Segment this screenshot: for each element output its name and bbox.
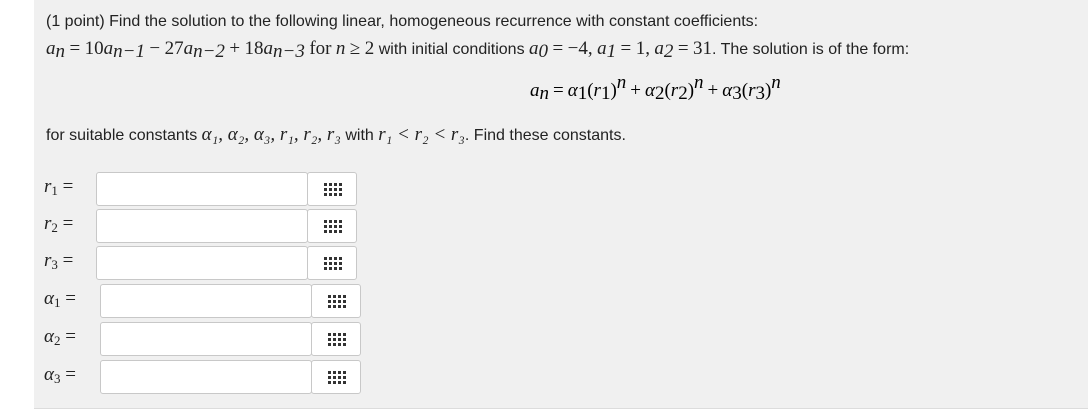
answer-label-alpha1: α1 = — [44, 288, 76, 310]
a0-sub: 0 — [538, 41, 549, 62]
suitable-prefix: for suitable constants — [46, 127, 198, 144]
grid-icon — [324, 183, 342, 196]
r3-equation-editor-button[interactable] — [307, 246, 357, 280]
sol-alpha3: α — [722, 80, 733, 101]
recurrence-for: for — [309, 38, 332, 59]
sol-lhs: a — [530, 80, 540, 101]
answer-label-r3: r3 = — [44, 250, 74, 272]
grid-icon — [324, 220, 342, 233]
recurrence-lhs: a — [46, 38, 56, 59]
recurrence-op2: + — [229, 38, 241, 59]
sol-plus2: + — [707, 80, 719, 101]
grid-icon — [328, 295, 346, 308]
a0-eq: = — [552, 38, 564, 59]
recurrence-op1: − — [149, 38, 161, 59]
answer-label-alpha3: α3 = — [44, 364, 76, 386]
recurrence-eq: = — [69, 38, 81, 59]
recurrence-coef1: 10 — [84, 38, 104, 59]
a2-eq: = — [677, 38, 689, 59]
sol-alpha2: α — [644, 80, 655, 101]
sol-plus1: + — [630, 80, 641, 101]
alpha2-equation-editor-button[interactable] — [311, 322, 361, 356]
recurrence-line: an = 10an−1 − 27an−2 + 18an−3 for n ≥ 2 … — [46, 38, 910, 62]
sol-exp2: n — [694, 72, 704, 93]
recurrence-term3-sub: n−3 — [273, 41, 305, 62]
find-text: . Find these constants. — [464, 127, 626, 144]
recurrence-term3: a — [263, 38, 274, 59]
r3-input[interactable] — [96, 246, 308, 280]
sol-exp1: n — [616, 72, 627, 93]
alpha3-input[interactable] — [100, 360, 312, 394]
r2-equation-editor-button[interactable] — [307, 209, 357, 243]
recurrence-term2-sub: n−2 — [193, 41, 225, 62]
a1-value: 1, — [635, 38, 650, 59]
sol-eq: = — [553, 80, 564, 101]
sol-r2-sub: 2 — [678, 83, 688, 104]
recurrence-coef3: 18 — [244, 38, 264, 59]
recurrence-geq: ≥ — [349, 38, 361, 59]
r1-input[interactable] — [96, 172, 308, 206]
sol-alpha1: α — [567, 80, 578, 101]
a2-sub: 2 — [663, 41, 674, 62]
sol-alpha1-sub: 1 — [577, 83, 588, 104]
a1-eq: = — [620, 38, 632, 59]
recurrence-n-start: 2 — [364, 38, 375, 59]
sol-exp3: n — [771, 72, 781, 93]
recurrence-term1-sub: n−1 — [113, 41, 145, 62]
ordering-condition: r₁ < r₂ < r₃ — [378, 124, 465, 145]
a0-value: −4, — [567, 38, 593, 59]
sol-r3-sub: 3 — [755, 83, 765, 104]
suitable-constants-line: for suitable constants α₁, α₂, α₃, r₁, r… — [46, 124, 626, 146]
alpha1-equation-editor-button[interactable] — [311, 284, 361, 318]
a1-sub: 1 — [606, 41, 617, 62]
grid-icon — [328, 333, 346, 346]
sol-alpha3-sub: 3 — [732, 83, 742, 104]
a2-symbol: a — [654, 38, 664, 59]
alpha3-equation-editor-button[interactable] — [311, 360, 361, 394]
alpha2-input[interactable] — [100, 322, 312, 356]
answer-label-r1: r1 = — [44, 176, 74, 198]
answer-label-r2: r2 = — [44, 213, 74, 235]
recurrence-term1: a — [103, 38, 114, 59]
solution-form: an = α1(r1)n + α2(r2)n + α3(r3)n — [530, 72, 781, 104]
form-text: . The solution is of the form: — [712, 41, 910, 58]
a2-value: 31 — [693, 38, 713, 59]
initial-conditions-label: with initial conditions — [378, 41, 525, 58]
sol-r1-sub: 1 — [600, 83, 611, 104]
sol-r1: r — [593, 80, 601, 101]
a0-symbol: a — [529, 38, 539, 59]
recurrence-coef2: 27 — [164, 38, 184, 59]
answer-label-alpha2: α2 = — [44, 326, 76, 348]
recurrence-term2: a — [183, 38, 194, 59]
recurrence-n: n — [335, 38, 346, 59]
grid-icon — [328, 371, 346, 384]
problem-panel: (1 point) Find the solution to the follo… — [34, 0, 1088, 409]
with-text: with — [345, 127, 374, 144]
recurrence-lhs-sub: n — [55, 41, 66, 62]
r2-input[interactable] — [96, 209, 308, 243]
r1-equation-editor-button[interactable] — [307, 172, 357, 206]
a1-symbol: a — [597, 38, 607, 59]
problem-intro: (1 point) Find the solution to the follo… — [46, 13, 759, 30]
constants-list: α₁, α₂, α₃, r₁, r₂, r₃ — [201, 124, 341, 145]
grid-icon — [324, 257, 342, 270]
sol-lhs-sub: n — [539, 83, 550, 104]
alpha1-input[interactable] — [100, 284, 312, 318]
